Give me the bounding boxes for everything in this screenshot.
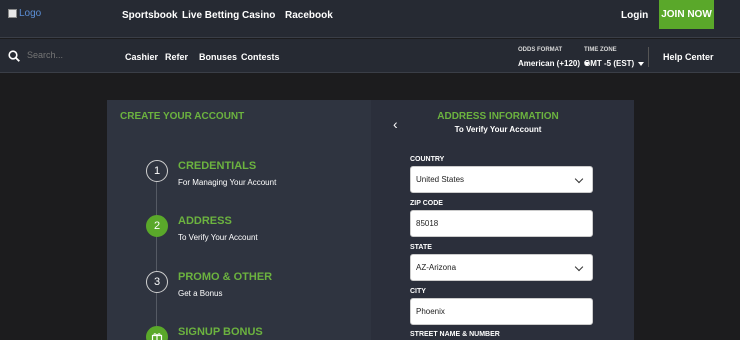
zip-code-value: 85018 [416, 219, 439, 228]
broken-image-icon [8, 9, 17, 18]
join-now-button[interactable]: JOIN NOW [659, 0, 714, 29]
create-account-title: CREATE YOUR ACCOUNT [120, 111, 245, 122]
step-3-title[interactable]: PROMO & OTHER [178, 271, 272, 283]
step-3-subtitle: Get a Bonus [178, 289, 223, 298]
search-icon[interactable] [8, 50, 20, 62]
state-value: AZ-Arizona [416, 263, 457, 272]
search-input[interactable] [27, 50, 107, 60]
step-1-circle[interactable]: 1 [146, 160, 168, 182]
subnav-contests[interactable]: Contests [241, 52, 280, 62]
back-chevron-icon[interactable]: ‹ [393, 116, 398, 132]
nav-sportsbook[interactable]: Sportsbook [122, 10, 178, 21]
zip-code-label: ZIP CODE [410, 200, 443, 207]
country-value: United States [416, 175, 465, 184]
step-4-title[interactable]: SIGNUP BONUS [178, 326, 263, 338]
odds-format-value: American (+120) [518, 59, 581, 68]
nav-racebook[interactable]: Racebook [285, 10, 333, 21]
chevron-down-icon [574, 174, 584, 184]
secondary-navigation-bar: Cashier Refer Bonuses Contests ODDS FORM… [0, 39, 740, 73]
time-zone-value: GMT -5 (EST) [584, 59, 635, 68]
country-label: COUNTRY [410, 156, 445, 163]
divider [648, 47, 649, 67]
odds-format-select[interactable]: American (+120) [518, 59, 591, 68]
time-zone-label: TIME ZONE [584, 47, 617, 53]
subnav-refer[interactable]: Refer [165, 52, 188, 62]
steps-connector-line [156, 180, 157, 340]
step-3-circle[interactable]: 3 [146, 271, 168, 293]
nav-live-betting[interactable]: Live Betting [182, 10, 239, 21]
nav-casino[interactable]: Casino [242, 10, 275, 21]
logo[interactable]: Logo [8, 8, 41, 19]
caret-down-icon [638, 61, 645, 66]
gift-icon [146, 326, 168, 340]
country-select[interactable]: United States [410, 166, 593, 193]
step-2-circle[interactable]: 2 [146, 215, 168, 237]
odds-format-label: ODDS FORMAT [518, 47, 563, 53]
zip-code-input[interactable]: 85018 [410, 210, 593, 237]
step-2-subtitle: To Verify Your Account [178, 233, 258, 242]
street-label: STREET NAME & NUMBER [410, 331, 500, 338]
state-label: STATE [410, 244, 432, 251]
city-label: CITY [410, 288, 426, 295]
chevron-down-icon [574, 262, 584, 272]
time-zone-select[interactable]: GMT -5 (EST) [584, 59, 645, 68]
city-value: Phoenix [416, 307, 445, 316]
state-select[interactable]: AZ-Arizona [410, 254, 593, 281]
step-1-subtitle: For Managing Your Account [178, 178, 277, 187]
step-2-title[interactable]: ADDRESS [178, 215, 232, 227]
help-center-link[interactable]: Help Center [663, 52, 714, 62]
signup-panel: CREATE YOUR ACCOUNT 1 CREDENTIALS For Ma… [107, 100, 634, 340]
steps-column: CREATE YOUR ACCOUNT 1 CREDENTIALS For Ma… [107, 100, 371, 340]
address-info-title: ADDRESS INFORMATION [437, 111, 559, 122]
address-info-subtitle: To Verify Your Account [454, 125, 542, 134]
login-link[interactable]: Login [621, 10, 648, 21]
top-navigation-bar: Logo Sportsbook Live Betting Casino Race… [0, 0, 740, 38]
subnav-cashier[interactable]: Cashier [125, 52, 158, 62]
step-1-title[interactable]: CREDENTIALS [178, 160, 256, 172]
subnav-bonuses[interactable]: Bonuses [199, 52, 237, 62]
city-input[interactable]: Phoenix [410, 298, 593, 325]
logo-alt-text: Logo [19, 8, 42, 19]
